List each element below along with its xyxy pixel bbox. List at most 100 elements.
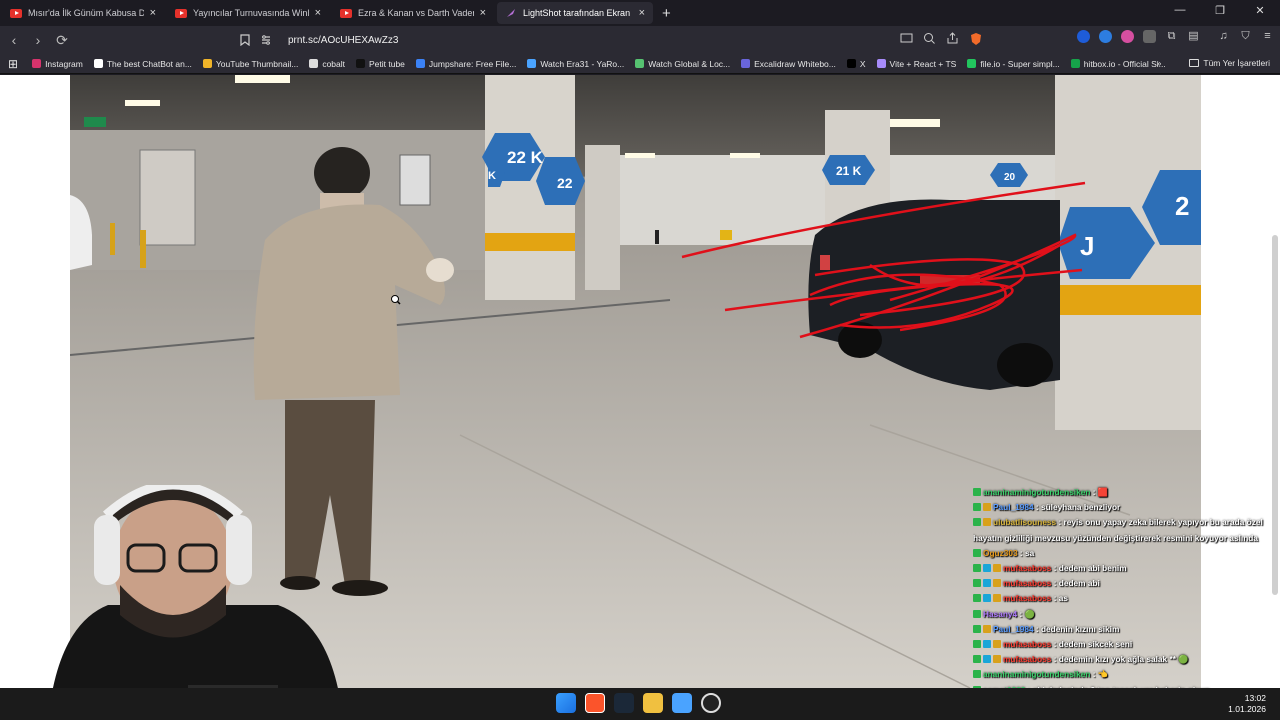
bookmark-label: The best ChatBot an... [106,58,192,69]
bookmark-item[interactable]: Jumpshare: Free File... [415,58,517,69]
new-tab-button[interactable]: + [662,5,671,22]
chat-text: : dedem abi [1051,578,1100,589]
music-icon[interactable]: ♫ [1217,30,1230,43]
chat-username: Paul_1984 [993,502,1034,513]
brave-shield-icon[interactable] [969,32,983,46]
bookmark-item[interactable]: Instagram [32,59,83,69]
chat-username: mufasaboss [1003,639,1052,650]
site-settings-icon[interactable] [260,34,272,46]
share-icon[interactable] [946,32,959,45]
bookmark-item[interactable]: The best ChatBot an... [93,58,192,69]
chat-badge-icon [983,594,991,603]
tab-lightshot[interactable]: LightShot tarafından Ekran Görü × [497,2,653,24]
menu-icon[interactable]: ≡ [1261,30,1274,43]
bookmarks-right: » Tüm Yer İşaretleri [1157,58,1270,68]
address-bar[interactable]: prnt.sc/AOcUHEXAwZz3 [240,28,995,52]
close-icon[interactable]: × [480,7,486,19]
steam-icon[interactable] [614,693,634,713]
chat-badge-icon [973,594,981,603]
youtube-icon [340,8,352,18]
tab-label: LightShot tarafından Ekran Görü [523,8,633,18]
bookmark-item[interactable]: X [846,59,866,69]
bookmark-favicon-icon [202,59,212,68]
minimize-button[interactable]: — [1160,4,1200,17]
chat-badge-icon [983,564,991,573]
chat-text: : süleyhana benzliyor [1033,502,1121,513]
file-explorer-icon[interactable] [643,693,663,713]
reload-icon[interactable]: ⟳ [52,30,72,50]
bookmark-label: Jumpshare: Free File... [428,58,517,69]
bookmark-label: Watch Era31 - YaRo... [540,58,625,69]
bookmark-favicon-icon [967,59,977,68]
extension-icon[interactable] [1143,30,1156,43]
bookmark-list: Instagram The best ChatBot an... YouTube T… [32,59,1177,69]
bookmark-favicon-icon [635,59,645,68]
bookmark-star-icon[interactable] [240,34,250,46]
chat-username: mufasaboss [1003,654,1052,665]
close-window-button[interactable]: ✕ [1240,4,1280,17]
chat-badge-icon [983,624,991,633]
zoom-icon[interactable] [923,32,936,45]
translate-extension-icon[interactable] [1077,30,1090,43]
windows-start-icon[interactable] [556,693,576,713]
close-icon[interactable]: × [639,7,645,19]
bookmark-label: Instagram [45,58,83,69]
bookmark-item[interactable]: cobalt [309,59,345,69]
bookmark-item[interactable]: file.io - Super simpl... [967,59,1060,69]
bookmark-favicon-icon [1070,59,1080,68]
bookmark-item[interactable]: Petit tube [356,59,405,69]
tab-3[interactable]: Ezra & Kanan vs Darth Vader [4K HD × [332,2,494,24]
url-actions [900,32,983,46]
bookmark-item[interactable]: Watch Global & Loc... [635,59,730,69]
stream-chat-overlay: ananinaminigotundensiken : 🟥 Paul_1984 : … [973,485,1280,720]
bookmark-item[interactable]: Watch Era31 - YaRo... [527,59,624,69]
chat-message: Paul_1984 : süleyhana benzliyor [973,500,1280,515]
bookmark-item[interactable]: YouTube Thumbnail... [202,59,298,69]
chat-message: Hasany4 : 🟢 [973,607,1280,622]
bookmark-favicon-icon [93,59,103,68]
forward-icon[interactable]: › [28,30,48,50]
exit-sign [84,117,106,127]
obs-icon[interactable] [701,693,721,713]
close-icon[interactable]: × [315,7,321,19]
screen: { "browser": { "tabs": [ {"label": "Mısı… [0,0,1280,720]
tab-label: Ezra & Kanan vs Darth Vader [4K HD [358,8,474,18]
vpn-extension-icon[interactable] [1099,30,1112,43]
brave-rewards-icon[interactable]: ⛉ [1239,30,1252,43]
sign-j: J [1080,231,1094,261]
chat-text: : as [1051,593,1069,604]
taskbar-apps [556,693,721,713]
ceiling-light [730,153,760,158]
all-bookmarks-label[interactable]: Tüm Yer İşaretleri [1203,58,1270,68]
brave-browser-icon[interactable] [585,693,605,713]
bookmark-label: cobalt [322,58,345,69]
sidebar-icon[interactable]: ▤ [1187,30,1200,43]
tab-bar: Mısır'da İlk Günüm Kabusa Döndü - × Yayı… [0,0,1280,26]
puzzle-icon[interactable]: ⧉ [1165,30,1178,43]
chat-text: : 👈 [1090,669,1109,680]
bookmarks-overflow-button[interactable]: » [1157,58,1162,68]
maximize-button[interactable]: ❐ [1200,4,1240,17]
screen-cast-icon[interactable] [900,32,913,45]
bookmark-item[interactable]: Excalidraw Whitebo... [741,59,836,69]
chat-badge-icon [993,640,1001,649]
chat-badge-icon [993,564,1001,573]
close-icon[interactable]: × [150,7,156,19]
chat-username: Hasany4 [983,608,1018,619]
chat-badge-icon [973,670,981,679]
apps-grid-icon[interactable]: ⊞ [8,57,18,71]
shield-extension-icon[interactable] [1121,30,1134,43]
system-clock[interactable]: 13:02 1.01.2026 [1228,693,1266,715]
bookmark-favicon-icon [356,59,365,68]
ceiling-light [625,153,655,158]
chat-text: : dedenin kızını sikim [1033,623,1120,634]
bookmark-item[interactable]: Vite + React + TS [876,59,956,69]
tab-1[interactable]: Mısır'da İlk Günüm Kabusa Döndü - × [2,2,164,24]
photos-icon[interactable] [672,693,692,713]
ceiling-light [125,100,160,106]
chat-badge-icon [993,579,1001,588]
back-icon[interactable]: ‹ [4,30,24,50]
chat-message: mufasaboss : as [973,591,1280,606]
tab-2[interactable]: Yayıncılar Turnuvasında Winledik [Gh × [167,2,329,24]
bookmark-item[interactable]: hitbox.io - Official Si... [1070,59,1166,69]
